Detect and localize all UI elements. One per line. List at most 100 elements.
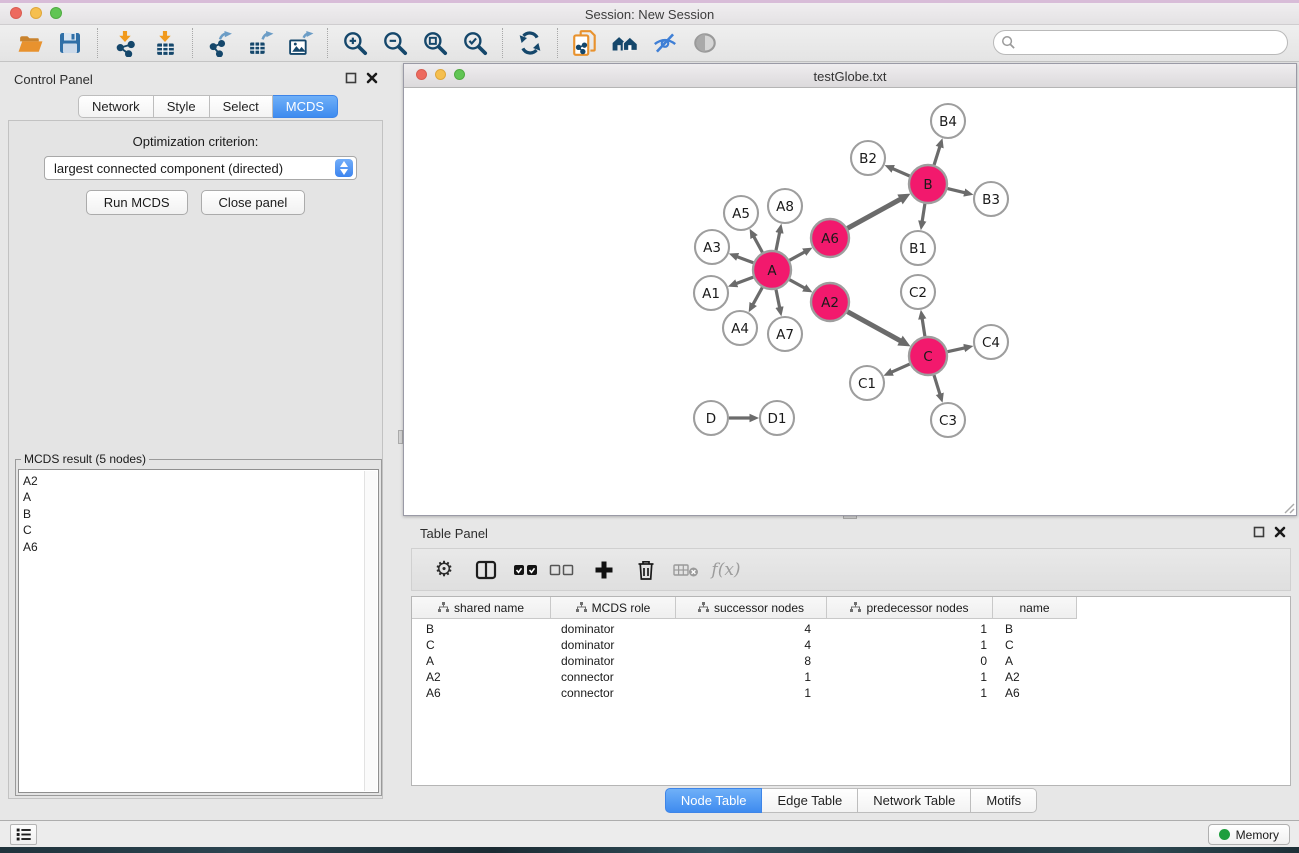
run-mcds-button[interactable]: Run MCDS: [86, 190, 188, 215]
tab-mcds[interactable]: MCDS: [273, 95, 338, 118]
task-history-button[interactable]: [10, 824, 37, 845]
import-table-button[interactable]: [148, 28, 182, 58]
new-network-from-selection-button[interactable]: [568, 28, 602, 58]
cell-predecessor-nodes: 1: [827, 638, 987, 652]
graph-node-label: D: [706, 411, 716, 427]
gear-icon: ⚙: [435, 559, 454, 580]
tab-network-table[interactable]: Network Table: [858, 788, 971, 813]
result-scrollbar[interactable]: [364, 471, 377, 791]
zoom-in-button[interactable]: [338, 28, 372, 58]
search-input[interactable]: [993, 30, 1288, 55]
apply-layout-button[interactable]: [513, 28, 547, 58]
zoom-fit-button[interactable]: [418, 28, 452, 58]
graph-edge[interactable]: [848, 199, 901, 228]
enable-all-columns-button[interactable]: [508, 553, 544, 587]
column-header-successor-nodes[interactable]: successor nodes: [676, 597, 827, 619]
graph-edge[interactable]: [934, 147, 940, 165]
disable-all-columns-button[interactable]: [544, 553, 580, 587]
mcds-panel: Optimization criterion: largest connecte…: [8, 120, 383, 799]
graph-edge[interactable]: [948, 189, 965, 193]
graph-edge[interactable]: [776, 290, 780, 308]
delete-columns-button[interactable]: [628, 553, 664, 587]
table-row[interactable]: A dominator 8 0 A: [412, 653, 1290, 669]
table-panel-window-buttons: [1253, 526, 1286, 538]
show-hide-graphics-button[interactable]: [688, 28, 722, 58]
graph-edge[interactable]: [790, 280, 805, 288]
import-network-button[interactable]: [108, 28, 142, 58]
float-panel-icon[interactable]: [345, 72, 357, 84]
graph-node-label: A4: [731, 321, 749, 337]
plus-icon: [593, 559, 615, 581]
zoom-selected-button[interactable]: [458, 28, 492, 58]
criterion-dropdown[interactable]: largest connected component (directed): [44, 156, 357, 180]
close-panel-button[interactable]: Close panel: [201, 190, 306, 215]
tab-node-table[interactable]: Node Table: [665, 788, 763, 813]
show-columns-button[interactable]: [468, 553, 504, 587]
column-header-mcds-role[interactable]: MCDS role: [551, 597, 676, 619]
open-session-button[interactable]: [13, 28, 47, 58]
column-header-shared-name[interactable]: shared name: [412, 597, 551, 619]
graph-node-label: C: [923, 349, 932, 365]
tab-motifs[interactable]: Motifs: [971, 788, 1037, 813]
table-row[interactable]: A6 connector 1 1 A6: [412, 685, 1290, 701]
create-column-button[interactable]: [586, 553, 622, 587]
network-window-title-bar[interactable]: testGlobe.txt: [404, 64, 1296, 88]
result-item[interactable]: A: [23, 489, 364, 505]
graph-edge[interactable]: [893, 169, 910, 176]
window-resize-handle[interactable]: [1282, 501, 1295, 514]
cell-mcds-role: dominator: [561, 638, 671, 652]
graph-edge[interactable]: [948, 348, 965, 352]
function-builder-button[interactable]: f(x): [708, 553, 744, 587]
graph-edge[interactable]: [776, 233, 780, 251]
graph-edge[interactable]: [922, 204, 925, 222]
memory-button[interactable]: Memory: [1208, 824, 1290, 845]
graph-edge[interactable]: [934, 375, 940, 394]
export-table-button[interactable]: [243, 28, 277, 58]
graph-edge[interactable]: [892, 364, 910, 372]
graph-node-label: D1: [768, 411, 787, 427]
zoom-out-button[interactable]: [378, 28, 412, 58]
graph-node-label: B1: [909, 241, 927, 257]
graph-edge[interactable]: [848, 312, 901, 341]
float-panel-icon[interactable]: [1253, 526, 1265, 538]
hide-selected-button[interactable]: [648, 28, 682, 58]
eye-icon: [691, 29, 719, 57]
table-row[interactable]: C dominator 4 1 C: [412, 637, 1290, 653]
tab-network[interactable]: Network: [78, 95, 154, 118]
close-panel-icon[interactable]: [1274, 526, 1286, 538]
graph-edge[interactable]: [737, 257, 753, 263]
table-row[interactable]: B dominator 4 1 B: [412, 621, 1290, 637]
cell-successor-nodes: 1: [676, 686, 811, 700]
tab-select[interactable]: Select: [210, 95, 273, 118]
memory-label: Memory: [1236, 828, 1279, 842]
graph-edge[interactable]: [922, 319, 925, 337]
close-panel-icon[interactable]: [366, 72, 378, 84]
graph-edge[interactable]: [790, 252, 805, 260]
result-item[interactable]: C: [23, 522, 364, 538]
tab-style[interactable]: Style: [154, 95, 210, 118]
graph-edge[interactable]: [753, 288, 762, 305]
network-title: testGlobe.txt: [404, 69, 1296, 84]
trash-icon: [636, 559, 656, 581]
save-session-button[interactable]: [53, 28, 87, 58]
export-image-button[interactable]: [283, 28, 317, 58]
export-network-button[interactable]: [203, 28, 237, 58]
graph-edge[interactable]: [754, 237, 763, 253]
cell-mcds-role: dominator: [561, 622, 671, 636]
table-settings-button[interactable]: ⚙: [426, 553, 462, 587]
first-neighbors-button[interactable]: [608, 28, 642, 58]
shared-column-icon: [698, 602, 709, 613]
network-canvas[interactable]: B4B2BB3A8A5A6B1A3AA1C2A2A4A7C4CC1C3DD1: [404, 89, 1296, 515]
table-row[interactable]: A2 connector 1 1 A2: [412, 669, 1290, 685]
export-network-icon: [207, 30, 234, 57]
result-item[interactable]: A6: [23, 539, 364, 555]
delete-table-button[interactable]: [668, 553, 704, 587]
result-item[interactable]: B: [23, 506, 364, 522]
graph-edge[interactable]: [736, 277, 753, 283]
column-header-predecessor-nodes[interactable]: predecessor nodes: [827, 597, 993, 619]
tab-edge-table[interactable]: Edge Table: [762, 788, 858, 813]
fx-icon: f(x): [711, 560, 740, 580]
cell-successor-nodes: 8: [676, 654, 811, 668]
result-item[interactable]: A2: [23, 473, 364, 489]
column-header-name[interactable]: name: [993, 597, 1077, 619]
